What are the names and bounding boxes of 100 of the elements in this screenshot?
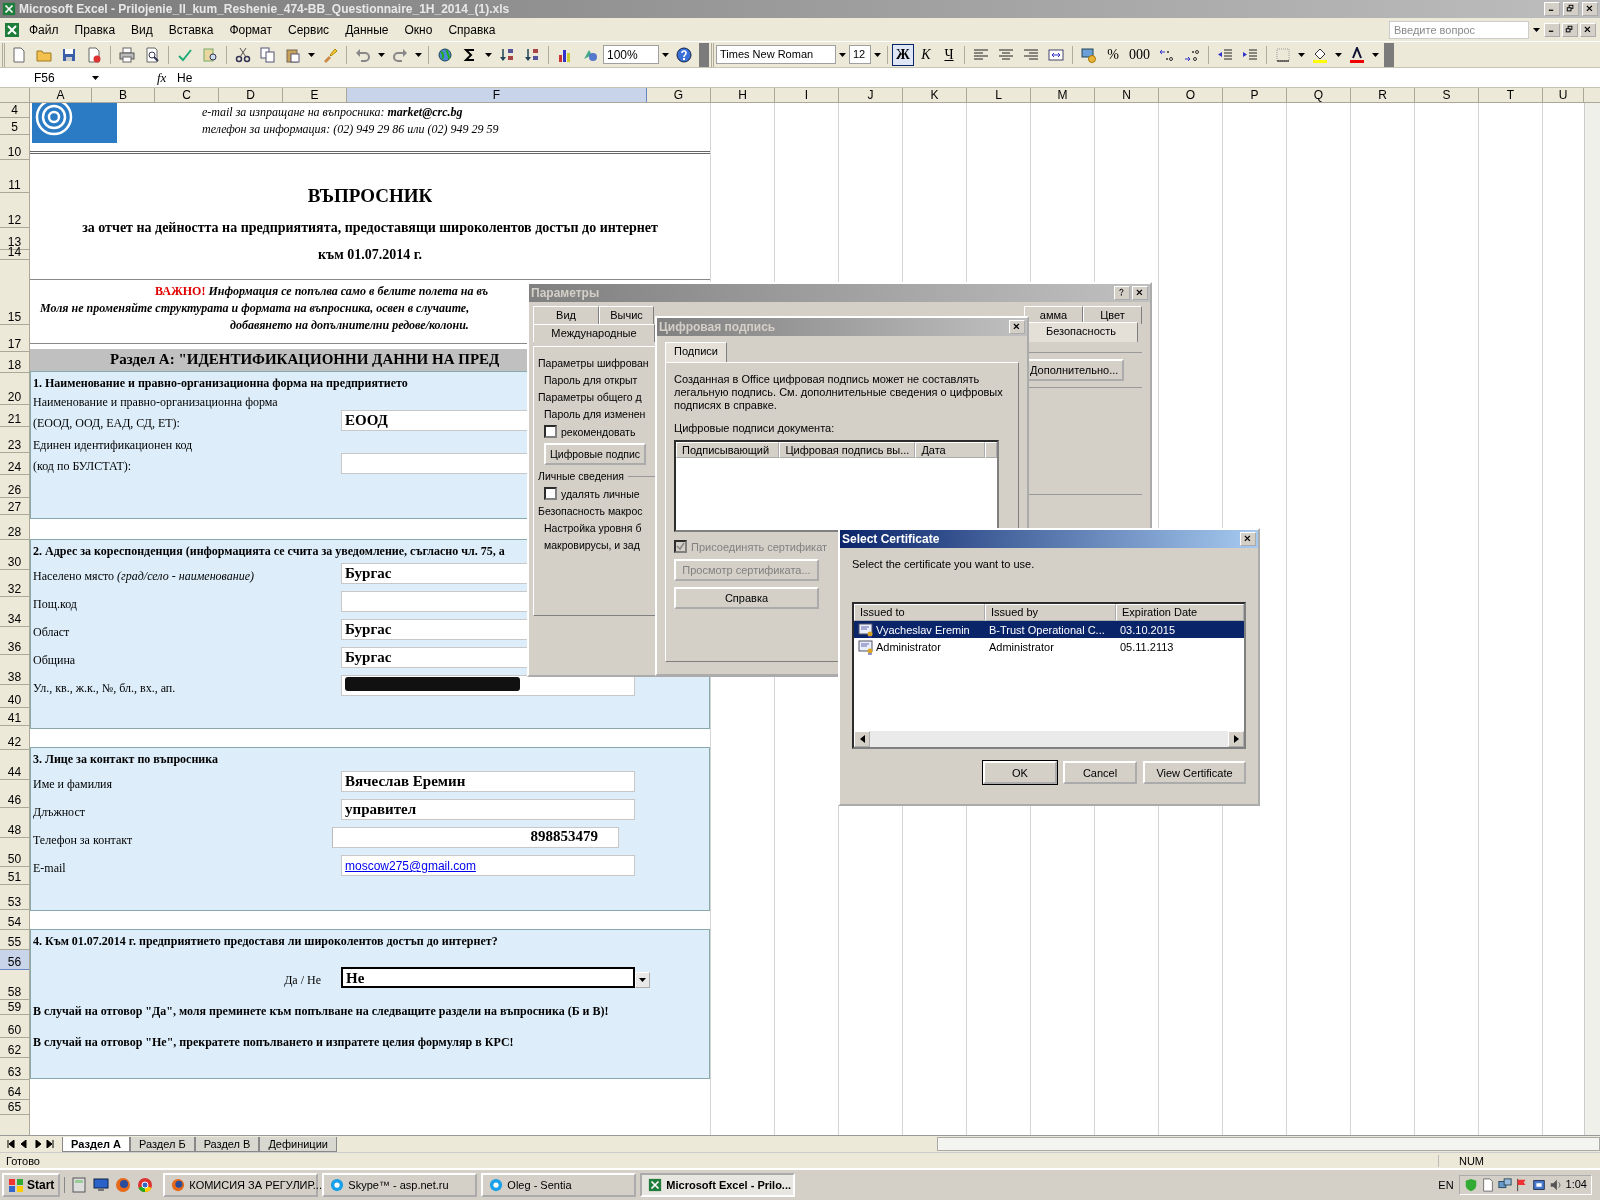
start-button[interactable]: Start xyxy=(2,1173,61,1197)
caret-icon[interactable] xyxy=(92,75,99,80)
row-header[interactable]: 5 xyxy=(0,118,29,135)
menu-item[interactable]: Сервис xyxy=(281,20,337,39)
row-header[interactable]: 27 xyxy=(0,498,29,515)
row-header[interactable]: 65 xyxy=(0,1100,29,1115)
row-header[interactable]: 38 xyxy=(0,655,29,685)
row-header[interactable]: 36 xyxy=(0,627,29,655)
column-header[interactable]: Дата xyxy=(915,442,985,458)
dialog-button[interactable]: View Certificate xyxy=(1143,761,1246,784)
row-header[interactable]: 34 xyxy=(0,597,29,627)
taskbar-button[interactable]: Oleg - Sentia xyxy=(481,1173,637,1197)
format-button[interactable]: Ч xyxy=(938,43,960,66)
column-header[interactable]: Q xyxy=(1287,88,1351,102)
caret-icon[interactable] xyxy=(874,52,881,57)
row-header[interactable]: 59 xyxy=(0,1000,29,1015)
caret-icon[interactable] xyxy=(1372,52,1379,57)
row-header[interactable]: 60 xyxy=(0,1015,29,1038)
desktop-icon[interactable] xyxy=(93,1177,110,1193)
menu-item[interactable]: Окно xyxy=(397,20,440,39)
speaker-icon[interactable] xyxy=(1548,1178,1563,1192)
row-header[interactable]: 40 xyxy=(0,685,29,708)
column-header[interactable]: R xyxy=(1351,88,1415,102)
row-header[interactable]: 62 xyxy=(0,1038,29,1058)
checkbox[interactable] xyxy=(544,487,557,500)
row-header[interactable]: 18 xyxy=(0,352,29,373)
column-header[interactable]: C xyxy=(155,88,219,102)
dialog-button[interactable]: Cancel xyxy=(1063,761,1137,784)
dialog-button[interactable]: OK xyxy=(983,761,1057,784)
format-button[interactable]: Ж xyxy=(892,43,914,66)
number-format-button[interactable]: % xyxy=(1102,43,1124,66)
row-header[interactable]: 20 xyxy=(0,373,29,405)
column-header[interactable]: H xyxy=(711,88,775,102)
document-icon[interactable] xyxy=(4,21,20,38)
caret-icon[interactable] xyxy=(308,52,315,57)
row-header[interactable]: 30 xyxy=(0,540,29,570)
row-header[interactable]: 58 xyxy=(0,970,29,1000)
row-header[interactable]: 54 xyxy=(0,910,29,930)
row-header[interactable]: 4 xyxy=(0,103,29,118)
sheet-tab[interactable]: Раздел Б xyxy=(130,1136,195,1152)
dropdown-field[interactable]: Не xyxy=(341,967,635,988)
browser-icon[interactable] xyxy=(115,1177,132,1193)
function-label[interactable]: fx xyxy=(157,69,175,86)
language-indicator[interactable]: EN xyxy=(1438,1179,1454,1191)
sheet-tab[interactable]: Дефиниции xyxy=(259,1136,337,1152)
dialog-tab[interactable]: Международные xyxy=(533,324,655,342)
dropdown-button[interactable] xyxy=(635,972,650,988)
row-header[interactable]: 24 xyxy=(0,453,29,475)
input-field[interactable]: управител xyxy=(341,799,635,820)
column-header[interactable]: A xyxy=(30,88,92,102)
caret-icon[interactable] xyxy=(1533,27,1540,32)
caret-icon[interactable] xyxy=(1298,52,1305,57)
scrollbar[interactable] xyxy=(854,731,1244,747)
row-header[interactable]: 28 xyxy=(0,515,29,540)
column-header[interactable]: U xyxy=(1543,88,1584,102)
signature-list[interactable]: Подписывающий Цифровая подпись вы... Дата xyxy=(674,440,999,532)
input-field[interactable]: Вячеслав Еремин xyxy=(341,771,635,792)
column-header[interactable]: B xyxy=(92,88,155,102)
app-icon[interactable] xyxy=(648,1178,663,1192)
input-field[interactable]: moscow275@gmail.com xyxy=(341,855,635,876)
menu-item[interactable]: Вид xyxy=(124,20,160,39)
sheet-tab[interactable]: Раздел В xyxy=(194,1136,260,1152)
app-icon[interactable] xyxy=(171,1178,186,1192)
document-icon[interactable] xyxy=(1480,1178,1495,1192)
column-header[interactable]: O xyxy=(1159,88,1223,102)
column-header[interactable]: K xyxy=(903,88,967,102)
scrollbar[interactable] xyxy=(1584,103,1600,1135)
row-header[interactable]: 41 xyxy=(0,708,29,726)
menu-item[interactable]: Правка xyxy=(67,20,123,39)
column-header[interactable]: N xyxy=(1095,88,1159,102)
dialog-tab[interactable]: Вид xyxy=(533,306,599,324)
column-header[interactable]: P xyxy=(1223,88,1287,102)
taskbar-button[interactable]: Skype™ - asp.net.ru xyxy=(322,1173,478,1197)
taskbar-button[interactable]: КОМИСИЯ ЗА РЕГУЛИР... xyxy=(163,1173,319,1197)
dialog-button[interactable]: Справка xyxy=(674,587,819,609)
row-header[interactable]: 48 xyxy=(0,808,29,838)
sheet-tab[interactable]: Раздел А xyxy=(62,1136,130,1152)
column-header[interactable]: D xyxy=(219,88,283,102)
caret-icon[interactable] xyxy=(485,52,492,57)
caret-icon[interactable] xyxy=(662,52,669,57)
name-box[interactable]: F56 xyxy=(0,68,90,87)
menu-item[interactable]: Вставка xyxy=(161,20,221,39)
column-header[interactable]: Issued to xyxy=(854,604,985,621)
right-arrow-icon[interactable] xyxy=(1233,735,1239,743)
column-header[interactable]: Цифровая подпись вы... xyxy=(779,442,916,458)
column-header[interactable]: M xyxy=(1031,88,1095,102)
row-header[interactable]: 51 xyxy=(0,867,29,885)
menu-item[interactable]: Данные xyxy=(338,20,396,39)
row-header[interactable]: 63 xyxy=(0,1058,29,1080)
row-header[interactable]: 53 xyxy=(0,885,29,910)
app-icon[interactable] xyxy=(489,1178,504,1192)
zoom-dropdown[interactable]: 100% xyxy=(603,45,659,64)
row-header[interactable]: 46 xyxy=(0,780,29,808)
question-field[interactable]: Введите вопрос xyxy=(1389,20,1529,39)
caret-icon[interactable] xyxy=(839,52,846,57)
certificate-row[interactable]: Vyacheslav Eremin B-Trust Operational C... 03.10.2015 xyxy=(854,621,1244,638)
row-header[interactable]: 50 xyxy=(0,838,29,867)
row-header[interactable]: 12 xyxy=(0,193,29,228)
font-size-dropdown[interactable]: 12 xyxy=(849,45,871,64)
number-format-button[interactable]: 000 xyxy=(1125,43,1154,66)
